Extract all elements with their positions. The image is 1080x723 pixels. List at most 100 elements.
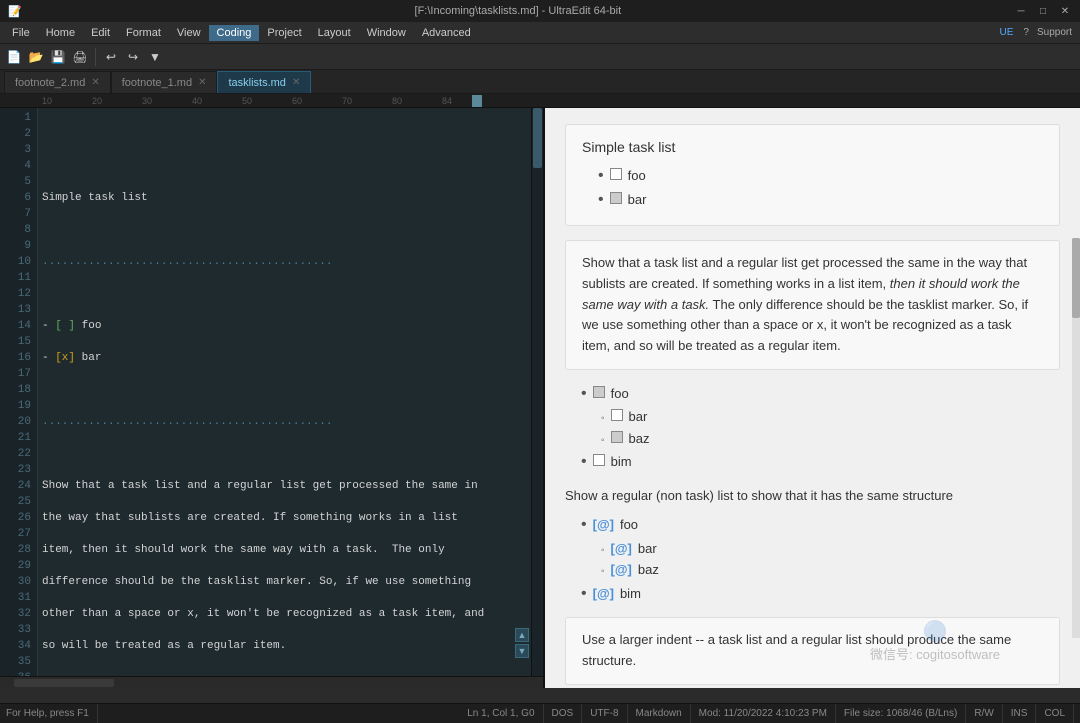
preview-section2-text: Show that a task list and a regular list…	[582, 255, 1028, 353]
toolbar-dropdown[interactable]: ▼	[145, 47, 165, 67]
line-num: 28	[0, 542, 31, 558]
list-item: • foo	[581, 384, 1060, 404]
checkbox-checked[interactable]	[593, 386, 605, 398]
editor-pane[interactable]: 1 2 3 4 5 6 7 8 9 10 11 12 13 14 15 16 1…	[0, 108, 545, 688]
status-language[interactable]: Markdown	[628, 704, 691, 723]
checkbox[interactable]	[610, 168, 622, 180]
tab-footnote1[interactable]: footnote_1.md ✕	[111, 71, 218, 93]
menubar: File Home Edit Format View Coding Projec…	[0, 22, 1080, 44]
menu-view[interactable]: View	[169, 25, 209, 41]
tab-footnote2[interactable]: footnote_2.md ✕	[4, 71, 111, 93]
menu-window[interactable]: Window	[359, 25, 414, 41]
code-line	[42, 126, 527, 142]
app-icon: 📝	[8, 5, 22, 18]
minimize-button[interactable]: ─	[1014, 4, 1028, 18]
code-line: ........................................…	[42, 254, 527, 270]
tab-tasklists-label: tasklists.md	[228, 77, 285, 89]
code-line	[42, 382, 527, 398]
status-position: Ln 1, Col 1, G0	[459, 704, 543, 723]
line-num: 13	[0, 302, 31, 318]
preview-scrollbar[interactable]	[1072, 238, 1080, 638]
ruler-mark: 84	[442, 96, 472, 106]
status-col: COL	[1036, 704, 1074, 723]
split-btn-up[interactable]: ▲	[515, 628, 529, 642]
checkbox-checked[interactable]	[610, 192, 622, 204]
code-line: Show that a task list and a regular list…	[42, 478, 527, 494]
bullet-icon: •	[598, 166, 604, 185]
menu-home[interactable]: Home	[38, 25, 83, 41]
list-item: • bar	[598, 190, 1043, 210]
tab-footnote1-close[interactable]: ✕	[198, 77, 206, 88]
checkbox[interactable]	[611, 409, 623, 421]
checkbox[interactable]	[593, 454, 605, 466]
menu-edit[interactable]: Edit	[83, 25, 118, 41]
list-item-text: bim	[620, 584, 641, 604]
hscroll-thumb[interactable]	[14, 679, 114, 687]
at-marker: [@]	[593, 515, 614, 535]
line-num: 35	[0, 654, 31, 670]
toolbar-new[interactable]: 📄	[4, 47, 24, 67]
bullet-icon: •	[581, 384, 587, 403]
line-num: 17	[0, 366, 31, 382]
menu-help-icon[interactable]: ?	[1019, 27, 1033, 38]
list-item: • [@] bim	[581, 584, 1060, 604]
main-area: 1 2 3 4 5 6 7 8 9 10 11 12 13 14 15 16 1…	[0, 108, 1080, 688]
scrollbar-thumb[interactable]	[533, 108, 542, 168]
ruler-inner: 10 20 30 40 50 60 70 80 84	[0, 94, 1080, 107]
list-item-text: bar	[628, 190, 647, 210]
menu-support[interactable]: Support	[1033, 27, 1076, 38]
menu-file[interactable]: File	[4, 25, 38, 41]
line-num: 27	[0, 526, 31, 542]
close-button[interactable]: ✕	[1058, 4, 1072, 18]
watermark: 🔵 微信号: cogitosoftware	[870, 619, 1000, 663]
preview-tasklist1: • foo • bar	[582, 166, 1043, 209]
toolbar-sep1	[95, 48, 96, 66]
preview-scrollbar-thumb[interactable]	[1072, 238, 1080, 318]
toolbar-save[interactable]: 💾	[48, 47, 68, 67]
editor-scrollbar[interactable]	[531, 108, 543, 676]
at-marker: [@]	[611, 539, 632, 559]
code-line: - [ ] foo	[42, 318, 527, 334]
line-num: 5	[0, 174, 31, 190]
toolbar-print[interactable]: 🖨	[70, 47, 90, 67]
watermark-text: 微信号: cogitosoftware	[870, 644, 1000, 663]
toolbar-redo[interactable]: ↪	[123, 47, 143, 67]
line-num: 6	[0, 190, 31, 206]
preview-section3: • foo ◦ bar ◦ baz	[565, 384, 1060, 472]
toolbar-undo[interactable]: ↩	[101, 47, 121, 67]
code-line	[42, 222, 527, 238]
list-item: ◦ baz	[601, 429, 1060, 449]
line-num: 4	[0, 158, 31, 174]
code-area[interactable]: Simple task list .......................…	[38, 108, 531, 676]
horizontal-scrollbar[interactable]	[0, 676, 543, 688]
menu-format[interactable]: Format	[118, 25, 169, 41]
tab-tasklists-close[interactable]: ✕	[292, 77, 300, 88]
menu-project[interactable]: Project	[259, 25, 309, 41]
code-line: ........................................…	[42, 414, 527, 430]
tab-footnote2-close[interactable]: ✕	[91, 77, 99, 88]
line-num: 22	[0, 446, 31, 462]
checkbox-checked[interactable]	[611, 431, 623, 443]
preview-section2: Show that a task list and a regular list…	[565, 240, 1060, 370]
split-btn-down[interactable]: ▼	[515, 644, 529, 658]
code-line: item, then it should work the same way w…	[42, 542, 527, 558]
bullet-icon: ◦	[601, 564, 605, 579]
sub-list: ◦ [@] bar ◦ [@] baz	[581, 539, 1060, 580]
code-line: - [x] bar	[42, 350, 527, 366]
line-num: 14	[0, 318, 31, 334]
section4-label: Show a regular (non task) list to show t…	[565, 486, 1060, 506]
line-num: 16	[0, 350, 31, 366]
maximize-button[interactable]: □	[1036, 4, 1050, 18]
menu-advanced[interactable]: Advanced	[414, 25, 479, 41]
menu-coding[interactable]: Coding	[209, 25, 260, 41]
tab-tasklists[interactable]: tasklists.md ✕	[217, 71, 311, 93]
menu-layout[interactable]: Layout	[310, 25, 359, 41]
line-num: 2	[0, 126, 31, 142]
line-numbers: 1 2 3 4 5 6 7 8 9 10 11 12 13 14 15 16 1…	[0, 108, 38, 676]
line-num: 23	[0, 462, 31, 478]
sub-list: ◦ bar ◦ baz	[581, 407, 1060, 448]
preview-section4: • [@] foo ◦ [@] bar ◦ [@] baz	[565, 515, 1060, 603]
ruler-cursor	[472, 95, 482, 107]
toolbar-open[interactable]: 📂	[26, 47, 46, 67]
preview-section1-title: Simple task list	[582, 137, 1043, 158]
